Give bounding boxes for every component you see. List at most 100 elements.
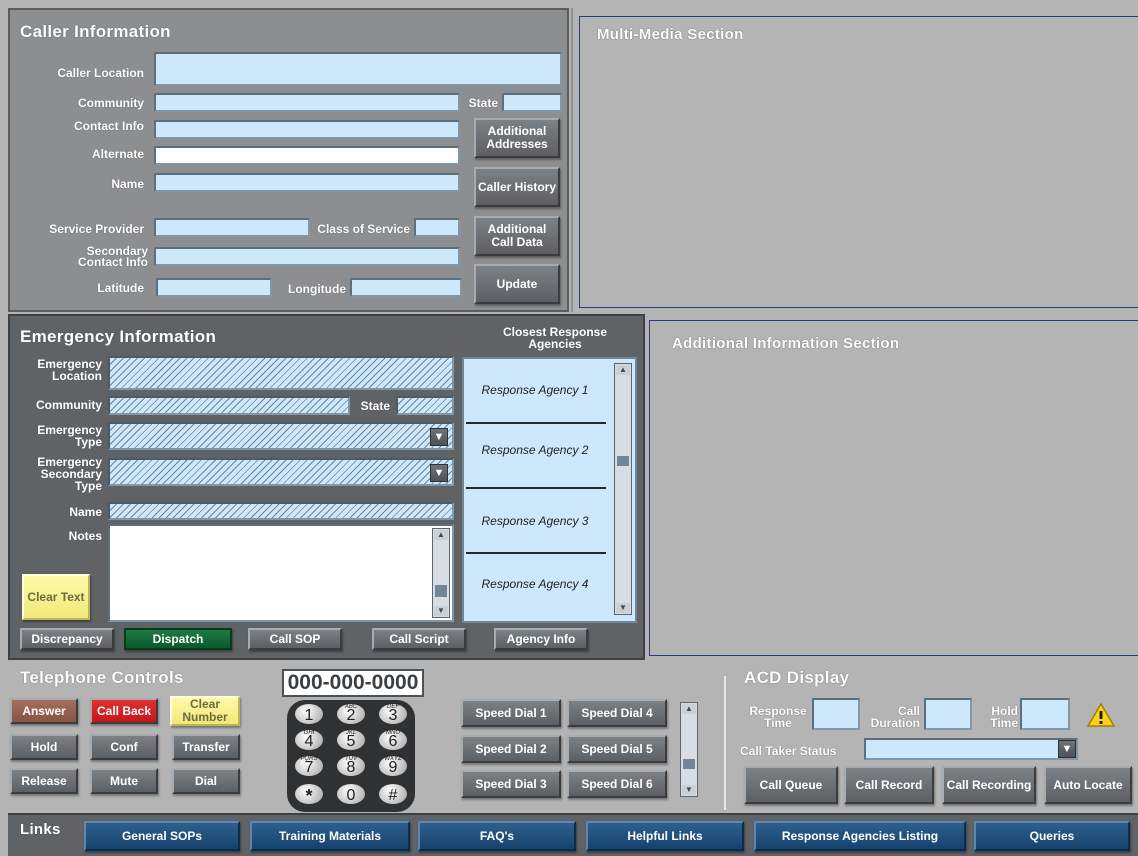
- caller-location-label: Caller Location: [57, 66, 144, 80]
- secondary-contact-field[interactable]: [154, 247, 460, 266]
- emergency-secondary-type-dropdown-icon[interactable]: ▼: [430, 464, 448, 482]
- scroll-up-icon[interactable]: ▲: [434, 530, 448, 540]
- keypad-key-3[interactable]: DEF 3: [379, 704, 407, 724]
- emergency-type-dropdown-icon[interactable]: ▼: [430, 428, 448, 446]
- keypad-key-5[interactable]: JKL 5: [337, 730, 365, 750]
- link-queries[interactable]: Queries: [974, 821, 1130, 851]
- emergency-information-panel: Emergency Information Emergency Location…: [8, 314, 645, 660]
- emergency-secondary-type-select[interactable]: [108, 458, 454, 486]
- conf-button[interactable]: Conf: [90, 734, 158, 760]
- call-queue-button[interactable]: Call Queue: [744, 766, 838, 804]
- community-field[interactable]: [154, 93, 460, 112]
- release-button[interactable]: Release: [10, 768, 78, 794]
- call-recording-button[interactable]: Call Recording: [942, 766, 1036, 804]
- keypad-key-6[interactable]: MNO 6: [379, 730, 407, 750]
- caller-information-title: Caller Information: [20, 22, 171, 41]
- speed-dial-1-button[interactable]: Speed Dial 1: [461, 699, 561, 727]
- agency-info-button[interactable]: Agency Info: [494, 628, 588, 650]
- phone-number-display: 000-000-0000: [282, 669, 424, 697]
- emergency-community-label: Community: [36, 398, 102, 412]
- scroll-thumb[interactable]: [683, 759, 695, 769]
- agency-item[interactable]: Response Agency 1: [464, 383, 606, 397]
- answer-button[interactable]: Answer: [10, 698, 78, 724]
- notes-textarea[interactable]: [108, 524, 454, 622]
- dispatch-button[interactable]: Dispatch: [124, 628, 232, 650]
- scroll-thumb[interactable]: [617, 456, 629, 466]
- call-record-button[interactable]: Call Record: [844, 766, 934, 804]
- links-bar: Links General SOPs Training Materials FA…: [8, 813, 1138, 856]
- speed-dial-4-button[interactable]: Speed Dial 4: [567, 699, 667, 727]
- keypad-key-1[interactable]: 1: [295, 704, 323, 724]
- longitude-field[interactable]: [350, 278, 462, 297]
- state-field[interactable]: [502, 93, 562, 112]
- emergency-state-field[interactable]: [396, 396, 454, 415]
- multimedia-section: Multi-Media Section: [571, 8, 1138, 312]
- keypad-key-hash[interactable]: #: [379, 784, 407, 804]
- keypad-key-7[interactable]: PQRS 7: [295, 756, 323, 776]
- emergency-name-field[interactable]: [108, 502, 454, 520]
- mute-button[interactable]: Mute: [90, 768, 158, 794]
- discrepancy-button[interactable]: Discrepancy: [20, 628, 114, 650]
- emergency-type-label: Emergency Type: [37, 423, 102, 449]
- call-back-button[interactable]: Call Back: [90, 698, 158, 724]
- notes-scrollbar[interactable]: ▲ ▼: [432, 528, 450, 618]
- keypad-key-8[interactable]: TUV 8: [337, 756, 365, 776]
- warning-icon: [1086, 702, 1116, 728]
- keypad-key-4[interactable]: GHI 4: [295, 730, 323, 750]
- agencies-scrollbar[interactable]: ▲ ▼: [614, 363, 632, 615]
- caller-history-button[interactable]: Caller History: [474, 167, 560, 207]
- additional-call-data-button[interactable]: Additional Call Data: [474, 216, 560, 256]
- emergency-location-field[interactable]: [108, 356, 454, 390]
- clear-text-button[interactable]: Clear Text: [22, 574, 90, 620]
- latitude-field[interactable]: [156, 278, 272, 297]
- scroll-down-icon[interactable]: ▼: [682, 785, 696, 795]
- link-training-materials[interactable]: Training Materials: [250, 821, 410, 851]
- caller-location-field[interactable]: [154, 52, 562, 86]
- emergency-community-field[interactable]: [108, 396, 350, 415]
- additional-addresses-button[interactable]: Additional Addresses: [474, 118, 560, 158]
- speed-dial-5-button[interactable]: Speed Dial 5: [567, 735, 667, 763]
- agency-item[interactable]: Response Agency 4: [464, 577, 606, 591]
- keypad-key-9[interactable]: WXYZ 9: [379, 756, 407, 776]
- scroll-up-icon[interactable]: ▲: [616, 365, 630, 375]
- link-faqs[interactable]: FAQ's: [418, 821, 576, 851]
- update-button[interactable]: Update: [474, 264, 560, 304]
- agency-item[interactable]: Response Agency 2: [464, 443, 606, 457]
- agency-item[interactable]: Response Agency 3: [464, 514, 606, 528]
- name-field[interactable]: [154, 173, 460, 192]
- state-label: State: [468, 96, 498, 110]
- call-duration-label: Call Duration: [870, 704, 920, 730]
- links-title: Links: [20, 821, 61, 838]
- scroll-down-icon[interactable]: ▼: [434, 606, 448, 616]
- call-taker-status-select[interactable]: [864, 738, 1078, 760]
- status-dropdown-icon[interactable]: ▼: [1058, 740, 1076, 758]
- hold-time-field: [1020, 698, 1070, 730]
- scroll-up-icon[interactable]: ▲: [682, 704, 696, 714]
- scroll-down-icon[interactable]: ▼: [616, 603, 630, 613]
- link-response-agencies-listing[interactable]: Response Agencies Listing: [754, 821, 966, 851]
- hold-button[interactable]: Hold: [10, 734, 78, 760]
- keypad-key-star[interactable]: *: [295, 784, 323, 805]
- speed-dial-2-button[interactable]: Speed Dial 2: [461, 735, 561, 763]
- acd-display-panel: ACD Display Response Time Call Duration …: [730, 662, 1138, 812]
- transfer-button[interactable]: Transfer: [172, 734, 240, 760]
- call-sop-button[interactable]: Call SOP: [248, 628, 342, 650]
- alternate-field[interactable]: [154, 146, 460, 165]
- auto-locate-button[interactable]: Auto Locate: [1044, 766, 1132, 804]
- speed-dial-3-button[interactable]: Speed Dial 3: [461, 770, 561, 798]
- speed-dial-6-button[interactable]: Speed Dial 6: [567, 770, 667, 798]
- service-provider-field[interactable]: [154, 218, 310, 237]
- dial-button[interactable]: Dial: [172, 768, 240, 794]
- link-helpful-links[interactable]: Helpful Links: [586, 821, 744, 851]
- link-general-sops[interactable]: General SOPs: [84, 821, 240, 851]
- keypad-key-0[interactable]: 0: [337, 784, 365, 804]
- emergency-state-label: State: [360, 399, 390, 413]
- emergency-type-select[interactable]: [108, 422, 454, 450]
- speed-dial-scrollbar[interactable]: ▲ ▼: [680, 702, 698, 797]
- call-script-button[interactable]: Call Script: [372, 628, 466, 650]
- scroll-thumb[interactable]: [435, 585, 447, 597]
- keypad-key-2[interactable]: ABC 2: [337, 704, 365, 724]
- contact-info-field[interactable]: [154, 120, 460, 139]
- class-of-service-field[interactable]: [414, 218, 460, 237]
- clear-number-button[interactable]: Clear Number: [170, 696, 240, 726]
